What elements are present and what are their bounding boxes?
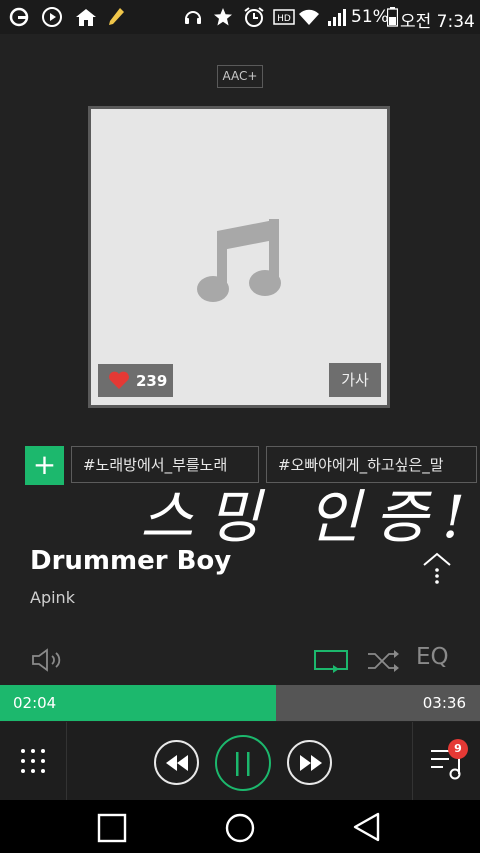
status-bar: HD 51% 오전 7:34	[0, 0, 480, 34]
battery-percent: 51%	[351, 7, 389, 27]
play-circle-icon	[40, 6, 64, 28]
divider	[412, 722, 413, 800]
rewind-button[interactable]	[154, 740, 199, 785]
overlay-text: 스밍 인증!	[140, 483, 480, 551]
headset-icon	[182, 6, 204, 28]
plus-icon: +	[32, 448, 57, 481]
pause-icon	[235, 752, 251, 780]
like-button[interactable]: 239	[98, 364, 173, 397]
wifi-icon	[297, 6, 321, 28]
pencil-icon	[106, 6, 126, 28]
svg-text:HD: HD	[277, 14, 291, 24]
artist-name[interactable]: Apink	[30, 588, 75, 607]
eq-button[interactable]: EQ	[416, 644, 449, 670]
rewind-icon	[166, 755, 188, 775]
lyrics-button[interactable]: 가사	[329, 363, 381, 397]
codec-badge: AAC+	[217, 65, 263, 88]
add-to-playlist-button[interactable]: +	[25, 446, 64, 485]
volume-icon[interactable]	[30, 647, 64, 677]
battery-icon	[386, 6, 398, 28]
shuffle-icon[interactable]	[366, 648, 400, 678]
signal-icon	[327, 6, 347, 28]
home-icon	[74, 6, 98, 28]
controls-row: EQ	[0, 640, 480, 680]
elapsed-time: 02:04	[13, 694, 57, 712]
star-icon	[212, 6, 234, 28]
playlist-count-badge: 9	[448, 739, 468, 759]
home-nav-icon[interactable]	[224, 812, 256, 848]
repeat-icon[interactable]	[313, 648, 349, 678]
pause-button[interactable]	[215, 735, 271, 791]
like-count: 239	[136, 371, 168, 390]
music-note-icon	[195, 209, 285, 311]
fast-forward-icon	[300, 755, 322, 775]
navigation-bar	[0, 800, 480, 853]
alarm-icon	[243, 6, 265, 28]
heart-icon	[108, 371, 130, 390]
divider	[66, 722, 67, 800]
hd-icon: HD	[273, 6, 295, 28]
expand-button[interactable]	[420, 548, 454, 584]
back-icon[interactable]	[352, 812, 382, 846]
fast-forward-button[interactable]	[287, 740, 332, 785]
clock: 오전 7:34	[400, 12, 475, 32]
recents-icon[interactable]	[97, 813, 127, 847]
menu-grid-icon[interactable]	[20, 748, 46, 778]
progress-bar[interactable]	[0, 685, 480, 721]
g-app-icon	[8, 6, 30, 28]
total-duration: 03:36	[422, 694, 466, 712]
song-title: Drummer Boy	[30, 546, 232, 576]
